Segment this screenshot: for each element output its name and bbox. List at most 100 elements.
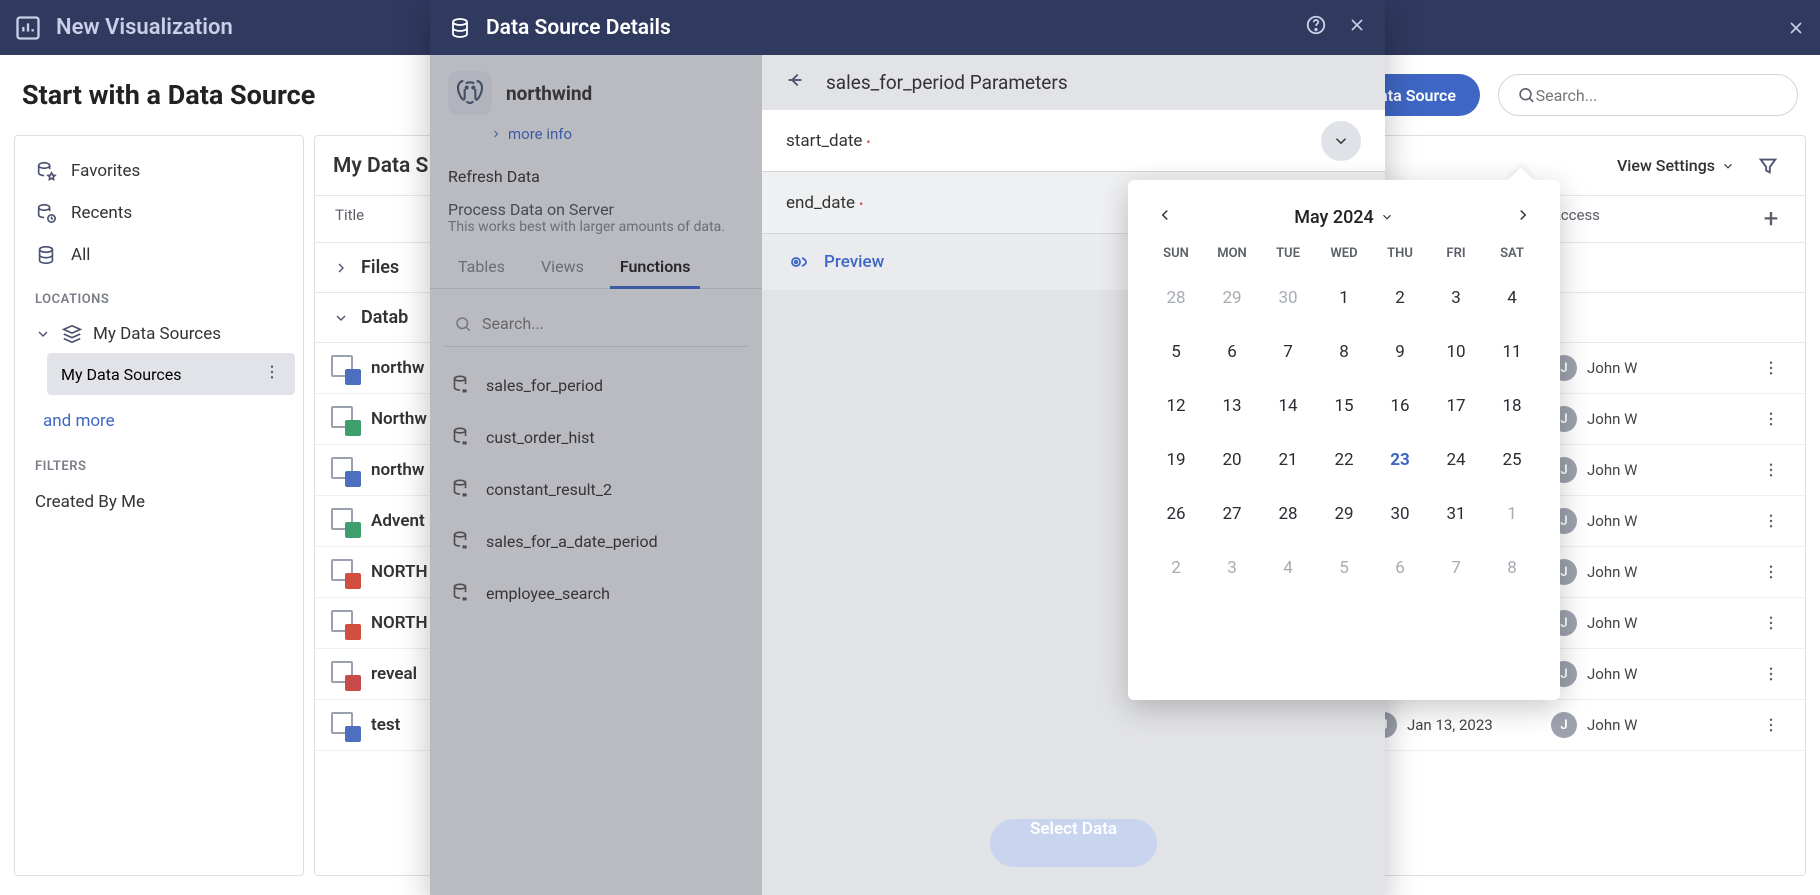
preview-icon — [786, 250, 810, 274]
cal-month-year[interactable]: May 2024 — [1294, 207, 1394, 228]
row-more[interactable] — [1751, 512, 1791, 530]
day-cell[interactable]: 6 — [1372, 541, 1428, 595]
sidebar-favorites[interactable]: Favorites — [23, 150, 295, 192]
day-cell[interactable]: 1 — [1484, 487, 1540, 541]
row-more[interactable] — [1751, 665, 1791, 683]
row-more[interactable] — [1751, 359, 1791, 377]
row-more[interactable] — [1751, 563, 1791, 581]
sidebar-all[interactable]: All — [23, 234, 295, 276]
locations-header: LOCATIONS — [23, 276, 295, 315]
day-cell[interactable]: 31 — [1428, 487, 1484, 541]
day-cell[interactable]: 23 — [1372, 433, 1428, 487]
col-add[interactable]: + — [1751, 206, 1791, 232]
db-icon — [35, 244, 57, 266]
day-cell[interactable]: 7 — [1428, 541, 1484, 595]
function-icon — [448, 425, 472, 449]
more-info-link[interactable]: more info — [430, 121, 762, 155]
day-cell[interactable]: 13 — [1204, 379, 1260, 433]
cal-next-month[interactable] — [1514, 206, 1532, 228]
day-cell[interactable]: 1 — [1316, 271, 1372, 325]
tab-tables[interactable]: Tables — [440, 245, 523, 288]
row-access: JJohn W — [1551, 712, 1751, 738]
day-cell[interactable]: 12 — [1148, 379, 1204, 433]
day-cell[interactable]: 7 — [1260, 325, 1316, 379]
row-access: JJohn W — [1551, 508, 1751, 534]
day-cell[interactable]: 28 — [1260, 487, 1316, 541]
day-cell[interactable]: 28 — [1148, 271, 1204, 325]
day-cell[interactable]: 30 — [1372, 487, 1428, 541]
chevron-right-icon — [333, 260, 349, 276]
param-start-date[interactable]: start_date• — [762, 110, 1385, 172]
day-cell[interactable]: 2 — [1372, 271, 1428, 325]
day-cell[interactable]: 29 — [1316, 487, 1372, 541]
table-title: My Data S — [333, 154, 428, 178]
global-search[interactable] — [1498, 74, 1798, 116]
row-more[interactable] — [1751, 410, 1791, 428]
day-cell[interactable]: 3 — [1204, 541, 1260, 595]
row-more[interactable] — [1751, 716, 1791, 734]
day-cell[interactable]: 5 — [1148, 325, 1204, 379]
filter-icon[interactable] — [1749, 147, 1787, 185]
refresh-data[interactable]: Refresh Data — [430, 155, 762, 198]
day-cell[interactable]: 8 — [1316, 325, 1372, 379]
day-cell[interactable]: 20 — [1204, 433, 1260, 487]
day-cell[interactable]: 18 — [1484, 379, 1540, 433]
day-cell[interactable]: 5 — [1316, 541, 1372, 595]
close-icon[interactable] — [1786, 18, 1806, 38]
day-cell[interactable]: 29 — [1204, 271, 1260, 325]
sidebar-recents[interactable]: Recents — [23, 192, 295, 234]
day-cell[interactable]: 25 — [1484, 433, 1540, 487]
modal-close-icon[interactable] — [1347, 15, 1367, 41]
cal-prev-month[interactable] — [1156, 206, 1174, 228]
day-cell[interactable]: 27 — [1204, 487, 1260, 541]
functions-search-input[interactable] — [482, 314, 738, 333]
day-cell[interactable]: 10 — [1428, 325, 1484, 379]
chevron-down-icon — [1721, 159, 1735, 173]
function-row[interactable]: constant_result_2 — [430, 463, 762, 515]
and-more-link[interactable]: and more — [23, 399, 295, 443]
global-search-input[interactable] — [1536, 86, 1779, 105]
function-row[interactable]: employee_search — [430, 567, 762, 619]
help-icon[interactable] — [1305, 14, 1327, 42]
row-more[interactable] — [1751, 614, 1791, 632]
day-cell[interactable]: 16 — [1372, 379, 1428, 433]
dow-cell: THU — [1372, 246, 1428, 261]
day-cell[interactable]: 14 — [1260, 379, 1316, 433]
day-cell[interactable]: 9 — [1372, 325, 1428, 379]
day-cell[interactable]: 19 — [1148, 433, 1204, 487]
more-vert-icon[interactable] — [263, 363, 281, 385]
day-cell[interactable]: 4 — [1260, 541, 1316, 595]
view-settings-button[interactable]: View Settings — [1617, 156, 1735, 175]
day-cell[interactable]: 6 — [1204, 325, 1260, 379]
chevron-down-icon[interactable] — [1321, 121, 1361, 161]
datasource-icon — [329, 506, 359, 536]
tree-my-data-sources[interactable]: My Data Sources — [23, 315, 295, 353]
tab-functions[interactable]: Functions — [602, 245, 709, 288]
day-cell[interactable]: 15 — [1316, 379, 1372, 433]
day-cell[interactable]: 22 — [1316, 433, 1372, 487]
tree-my-data-sources-nested[interactable]: My Data Sources — [47, 353, 295, 395]
function-row[interactable]: sales_for_a_date_period — [430, 515, 762, 567]
modal-title: Data Source Details — [486, 16, 671, 40]
day-cell[interactable]: 8 — [1484, 541, 1540, 595]
functions-search[interactable] — [444, 301, 748, 347]
day-cell[interactable]: 4 — [1484, 271, 1540, 325]
filter-created-by-me[interactable]: Created By Me — [23, 482, 295, 522]
row-access: JJohn W — [1551, 559, 1751, 585]
day-cell[interactable]: 11 — [1484, 325, 1540, 379]
select-data-button[interactable]: Select Data — [990, 819, 1157, 867]
row-more[interactable] — [1751, 461, 1791, 479]
day-cell[interactable]: 30 — [1260, 271, 1316, 325]
datasource-icon — [329, 455, 359, 485]
day-cell[interactable]: 17 — [1428, 379, 1484, 433]
day-cell[interactable]: 21 — [1260, 433, 1316, 487]
back-icon[interactable] — [784, 69, 806, 96]
day-cell[interactable]: 2 — [1148, 541, 1204, 595]
function-row[interactable]: sales_for_period — [430, 359, 762, 411]
row-access: JJohn W — [1551, 661, 1751, 687]
day-cell[interactable]: 3 — [1428, 271, 1484, 325]
day-cell[interactable]: 26 — [1148, 487, 1204, 541]
function-row[interactable]: cust_order_hist — [430, 411, 762, 463]
day-cell[interactable]: 24 — [1428, 433, 1484, 487]
tab-views[interactable]: Views — [523, 245, 602, 288]
